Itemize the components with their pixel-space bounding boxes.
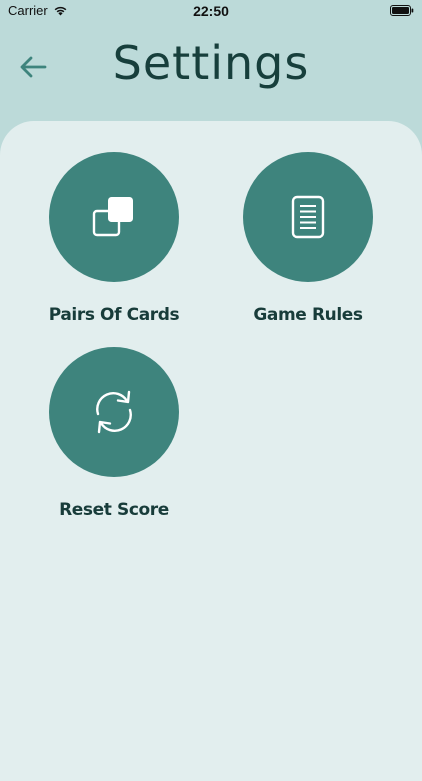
reset-score-button[interactable] [49,347,179,477]
option-label: Reset Score [59,500,169,520]
document-lines-icon [291,195,325,239]
option-label: Game Rules [253,305,363,325]
overlapping-squares-icon [92,197,133,237]
option-label: Pairs Of Cards [48,305,180,325]
battery-icon [390,5,414,16]
game-rules-button[interactable] [243,152,373,282]
page-title: Settings [112,36,310,90]
game-rules-option[interactable]: Game Rules [223,152,393,325]
status-time: 22:50 [193,3,229,19]
settings-panel: Pairs Of Cards Game Rules Reset Score [0,121,422,781]
status-bar: Carrier 22:50 [0,0,422,22]
pairs-of-cards-option[interactable]: Pairs Of Cards [29,152,199,325]
refresh-arrows-icon [96,390,132,434]
reset-score-option[interactable]: Reset Score [29,347,199,520]
pairs-of-cards-button[interactable] [49,152,179,282]
